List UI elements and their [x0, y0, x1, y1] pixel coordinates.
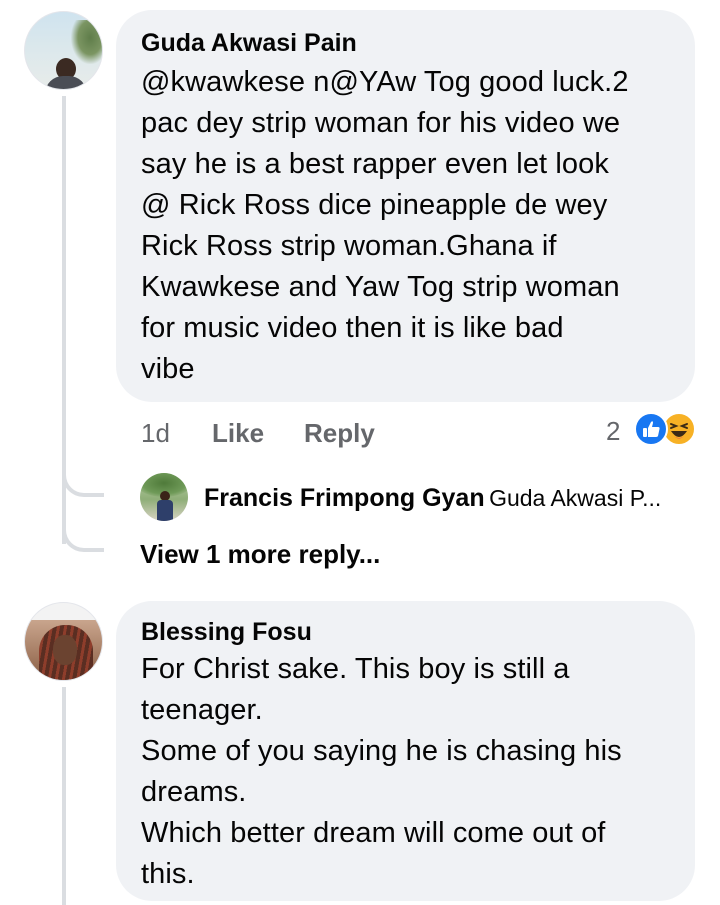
- avatar-photo: [71, 20, 102, 64]
- like-icon: [634, 412, 668, 446]
- comment-timestamp[interactable]: 1d: [141, 418, 170, 448]
- reply-preview[interactable]: Francis Frimpong Gyan Guda Akwasi P...: [204, 483, 704, 513]
- comment-author[interactable]: Guda Akwasi Pain: [141, 28, 357, 58]
- thread-connector: [62, 460, 104, 497]
- reply-author[interactable]: Francis Frimpong Gyan: [204, 484, 485, 512]
- comment-author[interactable]: Blessing Fosu: [141, 617, 312, 647]
- reply-button[interactable]: Reply: [304, 418, 375, 448]
- avatar[interactable]: [24, 11, 103, 90]
- thread-line: [62, 687, 66, 905]
- comment-bubble: Guda Akwasi Pain @kwawkese n@YAw Tog goo…: [116, 10, 695, 402]
- reaction-count: 2: [606, 416, 621, 446]
- reply-avatar[interactable]: [140, 473, 188, 521]
- thread-connector: [62, 515, 104, 552]
- avatar[interactable]: [24, 602, 103, 681]
- comment-text: For Christ sake. This boy is still a tee…: [141, 653, 622, 890]
- comment-text: @kwawkese n@YAw Tog good luck.2 pac dey …: [141, 66, 629, 385]
- view-more-replies-button[interactable]: View 1 more reply...: [140, 539, 380, 569]
- like-button[interactable]: Like: [212, 418, 264, 448]
- comment-bubble: Blessing Fosu For Christ sake. This boy …: [116, 601, 695, 901]
- reactions-summary[interactable]: 2: [606, 412, 702, 448]
- reply-text: Guda Akwasi P...: [489, 485, 662, 511]
